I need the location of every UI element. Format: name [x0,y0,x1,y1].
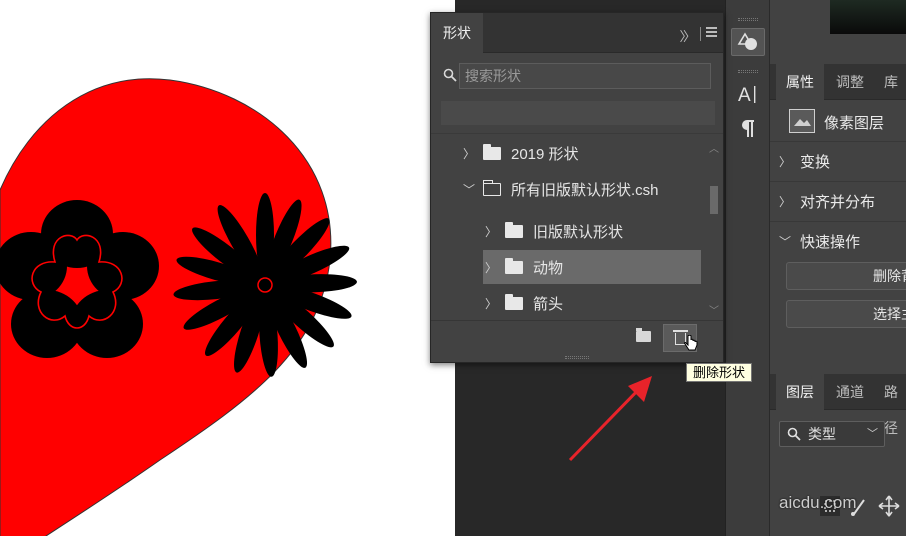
tab-properties[interactable]: 属性 [776,64,824,100]
section-label: 对齐并分布 [800,194,876,211]
chevron-right-icon: 〉 [778,195,791,209]
hand-cursor-icon [684,335,698,351]
tab-shapes[interactable]: 形状 [431,13,483,53]
tree-row-label: 旧版默认形状 [533,223,624,241]
tab-paths[interactable]: 路径 [874,374,906,436]
section-label: 快速操作 [800,234,861,251]
drag-grip[interactable] [738,70,758,73]
tree-row-label: 箭头 [533,295,564,313]
tab-libraries[interactable]: 库 [874,64,906,100]
chevron-down-icon: ﹀ [867,428,878,440]
folder-icon [505,221,523,238]
layer-filter-select[interactable]: 类型 ﹀ [779,421,885,447]
tab-layers[interactable]: 图层 [776,374,824,410]
remove-background-button[interactable]: 删除背 [786,262,906,290]
chevron-right-icon: 〉 [778,155,791,169]
watermark-text: aicdu.com [779,493,857,512]
search-icon [443,68,457,82]
tree-row[interactable]: 〉 2019 形状 [461,136,705,170]
shape-preview-strip [441,101,715,125]
section-label: 变换 [800,154,831,171]
tree-row-label: 2019 形状 [511,145,579,163]
search-row [441,63,711,89]
right-panel: 属性 调整 库 像素图层 〉 变换 〉 对齐并分布 ﹀ 快速操作 删除背 选择主… [769,0,906,536]
resize-handle[interactable] [565,356,589,359]
panel-header: 形状 〉〉 [431,13,723,53]
shape-tool-icon[interactable] [731,28,765,56]
pixel-layer-icon [789,109,815,133]
tree-row-label: 所有旧版默认形状.csh [511,181,659,199]
chevron-right-icon: 〉 [484,260,497,275]
paragraph-icon[interactable] [731,114,765,142]
collapse-icon[interactable]: 〉〉 [679,26,695,45]
scroll-thumb[interactable] [710,186,718,214]
chevron-right-icon: 〉 [462,146,475,161]
tab-adjustments[interactable]: 调整 [826,64,874,100]
tree-row[interactable]: 〉 旧版默认形状 [483,214,701,248]
chevron-up-icon[interactable]: ︿ [707,140,721,155]
chevron-right-icon: 〉 [484,296,497,311]
document-canvas[interactable] [0,0,455,536]
chevron-right-icon: 〉 [484,224,497,239]
section-transform[interactable]: 〉 变换 [770,141,906,181]
chevron-down-icon: ﹀ [462,182,475,197]
trash-icon [673,330,688,332]
shapes-panel: 形状 〉〉 〉 2019 形状 ﹀ 所有旧版默认形状.csh 〉 旧版默认形状 … [430,12,724,363]
layer-type-label: 像素图层 [824,115,885,132]
folder-icon [505,257,523,274]
color-picker-field[interactable] [830,0,906,34]
select-subject-button[interactable]: 选择主 [786,300,906,328]
annotation-arrow [568,376,652,462]
tree-row-label: 动物 [533,259,564,277]
heart-artwork [0,78,357,536]
header-divider [700,27,701,41]
panel-tool-strip: A [725,0,769,536]
filter-label: 类型 [808,426,836,442]
section-quick-actions[interactable]: ﹀ 快速操作 [770,221,906,261]
shapes-tree: 〉 2019 形状 ﹀ 所有旧版默认形状.csh 〉 旧版默认形状 〉 动物 〉… [431,134,705,320]
new-group-folder-icon[interactable] [636,328,651,342]
folder-open-icon [482,179,501,196]
scrollbar[interactable]: ︿ ﹀ [707,134,721,320]
chevron-down-icon: ﹀ [778,235,791,249]
delete-shape-button[interactable] [663,324,698,352]
search-icon [787,427,801,441]
svg-text:A: A [738,85,751,105]
properties-tabs: 属性 调整 库 [770,64,906,100]
tree-row[interactable]: ﹀ 所有旧版默认形状.csh [461,172,705,206]
search-input[interactable] [459,63,711,89]
type-tool-icon[interactable]: A [731,80,765,108]
tree-row-selected[interactable]: 〉 动物 [483,250,701,284]
section-align[interactable]: 〉 对齐并分布 [770,181,906,221]
folder-icon [483,143,501,160]
tree-row[interactable]: 〉 箭头 [483,286,701,320]
panel-menu-icon[interactable] [706,27,717,37]
chevron-down-icon[interactable]: ﹀ [707,302,721,317]
panel-footer [431,320,723,354]
layers-tabs: 图层 通道 路径 [770,374,906,436]
folder-icon [505,293,523,310]
tab-channels[interactable]: 通道 [826,374,874,410]
drag-grip[interactable] [738,18,758,21]
tooltip: 删除形状 [686,363,753,382]
